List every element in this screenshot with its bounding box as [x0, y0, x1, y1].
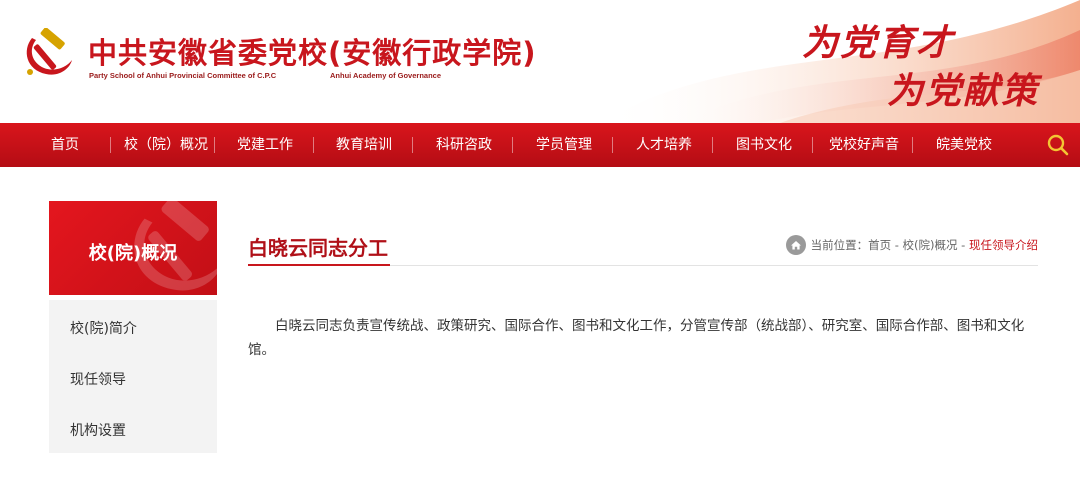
- nav-separator: [512, 137, 513, 153]
- search-icon[interactable]: [1046, 133, 1070, 157]
- nav-separator: [612, 137, 613, 153]
- slogan-line-2: 为党献策: [887, 70, 1040, 112]
- nav-item-education[interactable]: 教育培训: [336, 123, 392, 167]
- page-title: 白晓云同志分工: [248, 236, 388, 260]
- breadcrumb-separator: -: [957, 238, 969, 252]
- nav-item-party-building[interactable]: 党建工作: [237, 123, 293, 167]
- breadcrumb: 当前位置：首页 - 校(院)概况 - 现任领导介绍: [785, 235, 1038, 255]
- nav-separator: [214, 137, 215, 153]
- site-subtitle-en-academy: Anhui Academy of Governance: [330, 71, 441, 80]
- sidebar-item-introduction[interactable]: 校(院)简介: [70, 318, 137, 338]
- nav-item-students[interactable]: 学员管理: [536, 123, 592, 167]
- sidebar-item-current-leaders[interactable]: 现任领导: [70, 369, 126, 389]
- nav-separator: [110, 137, 111, 153]
- home-icon: [785, 235, 806, 255]
- nav-item-voice[interactable]: 党校好声音: [829, 123, 899, 167]
- nav-item-library[interactable]: 图书文化: [736, 123, 792, 167]
- nav-separator: [712, 137, 713, 153]
- nav-separator: [912, 137, 913, 153]
- title-underline-accent: [248, 264, 390, 266]
- breadcrumb-section-link[interactable]: 校(院)概况: [903, 238, 958, 252]
- nav-item-overview[interactable]: 校（院）概况: [124, 123, 208, 167]
- breadcrumb-prefix: 当前位置：: [810, 238, 869, 252]
- nav-item-research[interactable]: 科研咨政: [436, 123, 492, 167]
- site-header: 中共安徽省委党校(安徽行政学院) Party School of Anhui P…: [0, 0, 1080, 123]
- sidebar-menu: 校(院)简介 现任领导 机构设置: [49, 300, 217, 453]
- nav-item-talent[interactable]: 人才培养: [636, 123, 692, 167]
- site-title: 中共安徽省委党校(安徽行政学院): [88, 36, 537, 70]
- sidebar-title: 校(院)概况: [88, 243, 178, 264]
- nav-separator: [412, 137, 413, 153]
- breadcrumb-current[interactable]: 现任领导介绍: [969, 238, 1038, 252]
- hammer-sickle-icon: [26, 28, 73, 75]
- sidebar-header: 校(院)概况: [49, 201, 217, 295]
- article-body: 白晓云同志负责宣传统战、政策研究、国际合作、图书和文化工作，分管宣传部（统战部）…: [248, 318, 1025, 358]
- breadcrumb-separator: -: [891, 238, 903, 252]
- nav-separator: [313, 137, 314, 153]
- sidebar-item-organization[interactable]: 机构设置: [70, 420, 126, 440]
- main-nav: 首页 校（院）概况 党建工作 教育培训 科研咨政 学员管理 人才培养 图书文化 …: [0, 123, 1080, 167]
- breadcrumb-home-link[interactable]: 首页: [868, 238, 891, 252]
- nav-item-anhui[interactable]: 皖美党校: [936, 123, 992, 167]
- nav-separator: [812, 137, 813, 153]
- nav-item-home[interactable]: 首页: [51, 123, 79, 167]
- site-subtitle-en: Party School of Anhui Provincial Committ…: [89, 71, 277, 80]
- slogan-line-1: 为党育才: [802, 22, 955, 64]
